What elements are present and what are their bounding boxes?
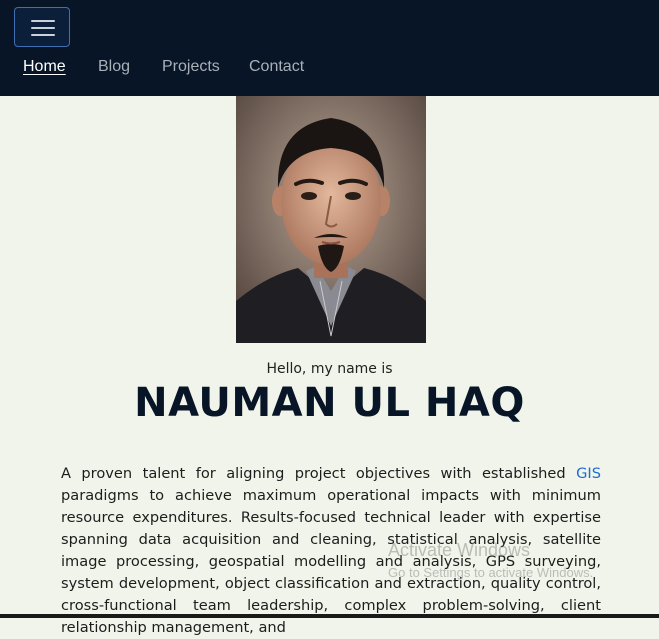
hamburger-icon-line [31,20,55,22]
hamburger-icon-line [31,34,55,36]
page-title: NAUMAN UL HAQ [134,380,525,426]
nav-link-projects[interactable]: Projects [162,58,220,76]
nav-link-contact[interactable]: Contact [249,58,304,76]
bottom-edge [0,614,659,618]
greeting-text: Hello, my name is [266,361,393,377]
hamburger-icon-line [31,27,55,29]
profile-photo [236,96,426,343]
navbar: Home Blog Projects Contact [0,0,659,96]
bio-text: A proven talent for aligning project obj… [61,465,577,482]
gis-link[interactable]: GIS [576,465,601,482]
nav-link-home[interactable]: Home [23,58,66,76]
nav-link-blog[interactable]: Blog [98,58,130,76]
menu-toggle-button[interactable] [14,7,70,47]
bio-paragraph: A proven talent for aligning project obj… [61,463,601,639]
